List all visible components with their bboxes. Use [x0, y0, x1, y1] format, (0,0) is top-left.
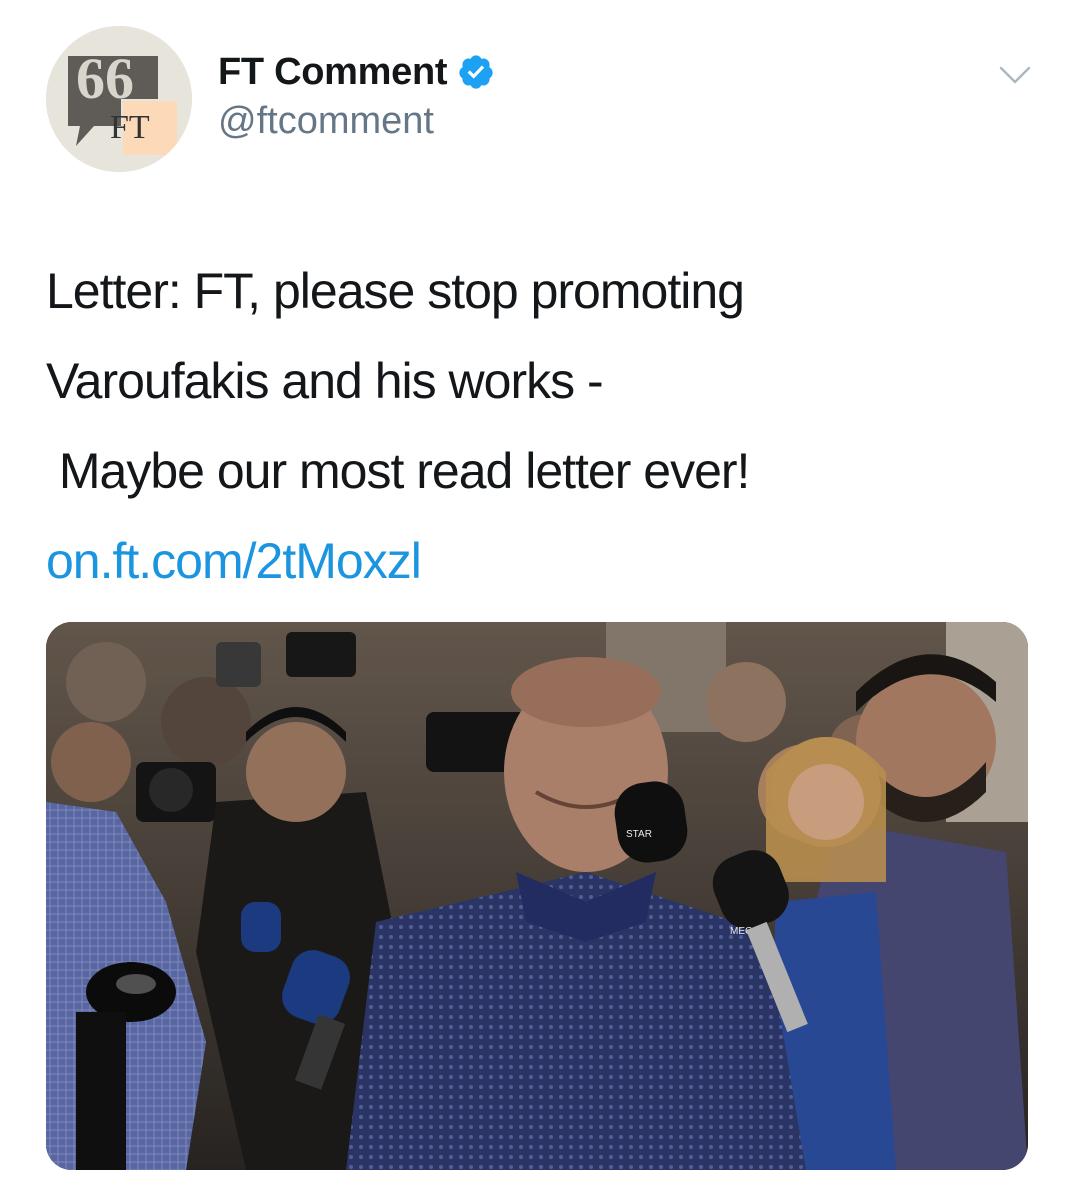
tweet-text-line: Letter: FT, please stop promoting — [46, 263, 745, 319]
tweet-text: Letter: FT, please stop promoting Varouf… — [46, 246, 1026, 606]
display-name-text[interactable]: FT Comment — [218, 51, 448, 94]
display-name[interactable]: FT Comment — [218, 46, 495, 98]
tweet-link[interactable]: on.ft.com/2tMoxzl — [46, 516, 1026, 606]
tweet-photo[interactable]: STAR MEGA — [46, 622, 1028, 1170]
avatar[interactable]: 66 FT — [46, 26, 192, 172]
tweet-text-line: Varoufakis and his works - — [46, 353, 604, 409]
chevron-down-icon[interactable] — [998, 62, 1032, 88]
tweet-text-line: Maybe our most read letter ever! — [46, 443, 751, 499]
user-handle[interactable]: @ftcomment — [218, 100, 434, 143]
avatar-ft-text: FT — [110, 109, 150, 146]
verified-badge-icon — [457, 53, 495, 91]
